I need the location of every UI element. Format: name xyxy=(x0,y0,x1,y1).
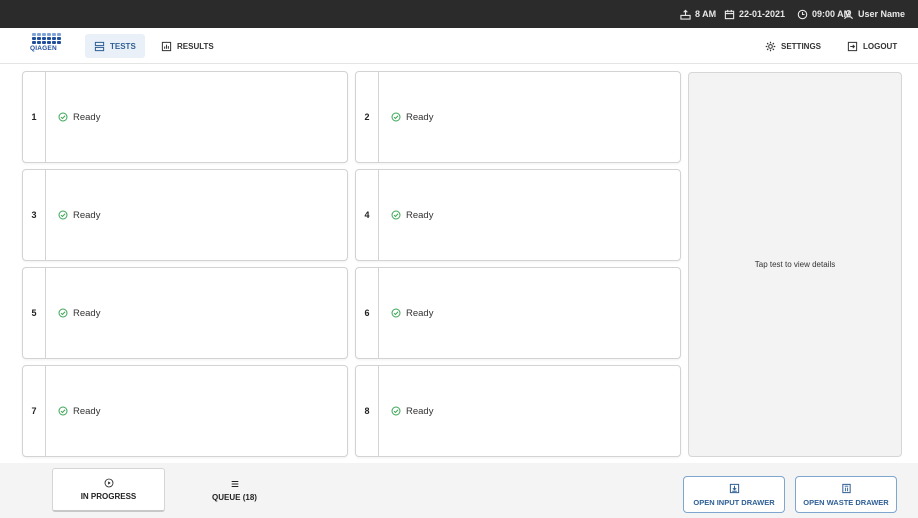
logout-button[interactable]: LOGOUT xyxy=(838,34,906,58)
slot-number: 8 xyxy=(356,366,379,456)
slot-number: 2 xyxy=(356,72,379,162)
results-tab[interactable]: RESULTS xyxy=(152,34,223,58)
slot-number: 6 xyxy=(356,268,379,358)
date-text: 22-01-2021 xyxy=(739,9,786,19)
results-chart-icon xyxy=(161,41,172,51)
slot-status-text: Ready xyxy=(406,405,434,417)
open-input-drawer-button[interactable]: OPEN INPUT DRAWER xyxy=(683,476,785,513)
test-detail-panel: Tap test to view details xyxy=(688,72,902,457)
logout-icon xyxy=(847,41,858,51)
menu-icon xyxy=(231,480,238,487)
slot-status-text: Ready xyxy=(73,111,101,123)
slot-number: 3 xyxy=(23,170,46,260)
list-icon xyxy=(94,41,105,51)
test-slot-4[interactable]: 4 Ready xyxy=(355,169,681,261)
test-slot-1[interactable]: 1 Ready xyxy=(22,71,348,163)
detail-hint: Tap test to view details xyxy=(754,260,836,269)
check-circle-icon xyxy=(58,308,68,318)
network-status: 8 AM xyxy=(680,0,716,28)
slot-status: Ready xyxy=(391,72,433,162)
date-display: 22-01-2021 xyxy=(724,0,785,28)
logout-label: LOGOUT xyxy=(863,41,898,51)
input-drawer-icon xyxy=(729,483,739,493)
slot-number: 7 xyxy=(23,366,46,456)
slot-number: 1 xyxy=(23,72,46,162)
logo-text: QIAGEN xyxy=(30,45,57,52)
slot-status-text: Ready xyxy=(73,209,101,221)
user-icon xyxy=(844,9,853,19)
check-circle-icon xyxy=(391,406,401,416)
slot-status: Ready xyxy=(391,366,433,456)
in-progress-label: IN PROGRESS xyxy=(80,492,137,501)
play-circle-icon xyxy=(104,478,113,488)
test-slot-7[interactable]: 7 Ready xyxy=(22,365,348,457)
tests-tab[interactable]: TESTS xyxy=(85,34,145,58)
slot-status: Ready xyxy=(391,268,433,358)
check-circle-icon xyxy=(58,112,68,122)
test-slot-8[interactable]: 8 Ready xyxy=(355,365,681,457)
slot-number: 4 xyxy=(356,170,379,260)
qiagen-logo: QIAGEN xyxy=(30,33,64,59)
nav-bar: QIAGEN TESTS RESULTS SETTINGS LOGOUT xyxy=(0,28,918,64)
test-slot-6[interactable]: 6 Ready xyxy=(355,267,681,359)
gear-icon xyxy=(765,41,776,51)
check-circle-icon xyxy=(391,112,401,122)
queue-label: QUEUE (18) xyxy=(212,492,257,502)
queue-tab[interactable]: QUEUE (18) xyxy=(178,468,291,512)
results-tab-label: RESULTS xyxy=(177,41,214,51)
settings-button[interactable]: SETTINGS xyxy=(756,34,830,58)
check-circle-icon xyxy=(58,210,68,220)
trash-icon xyxy=(841,483,851,493)
clock-icon xyxy=(797,9,808,19)
slot-status-text: Ready xyxy=(406,111,434,123)
test-slot-3[interactable]: 3 Ready xyxy=(22,169,348,261)
slot-number: 5 xyxy=(23,268,46,358)
open-waste-drawer-button[interactable]: OPEN WASTE DRAWER xyxy=(795,476,897,513)
test-slot-2[interactable]: 2 Ready xyxy=(355,71,681,163)
open-waste-drawer-label: OPEN WASTE DRAWER xyxy=(803,497,889,507)
network-icon xyxy=(680,9,691,20)
slot-status: Ready xyxy=(58,72,100,162)
user-name: User Name xyxy=(858,9,906,19)
test-slot-5[interactable]: 5 Ready xyxy=(22,267,348,359)
slot-status: Ready xyxy=(58,170,100,260)
open-input-drawer-label: OPEN INPUT DRAWER xyxy=(693,497,775,507)
slot-status-text: Ready xyxy=(73,307,101,319)
logo-dots xyxy=(32,33,64,44)
slot-status-text: Ready xyxy=(73,405,101,417)
slot-status: Ready xyxy=(58,268,100,358)
check-circle-icon xyxy=(58,406,68,416)
in-progress-tab[interactable]: IN PROGRESS xyxy=(52,468,165,512)
tests-tab-label: TESTS xyxy=(110,41,136,51)
network-text: 8 AM xyxy=(695,9,717,19)
check-circle-icon xyxy=(391,308,401,318)
status-bar: 8 AM 22-01-2021 09:00 AM User Name xyxy=(0,0,918,28)
settings-label: SETTINGS xyxy=(781,41,822,51)
slot-status-text: Ready xyxy=(406,307,434,319)
user-display[interactable]: User Name xyxy=(843,0,905,28)
slot-status: Ready xyxy=(391,170,433,260)
calendar-icon xyxy=(724,9,735,19)
slot-status-text: Ready xyxy=(406,209,434,221)
check-circle-icon xyxy=(391,210,401,220)
slot-status: Ready xyxy=(58,366,100,456)
